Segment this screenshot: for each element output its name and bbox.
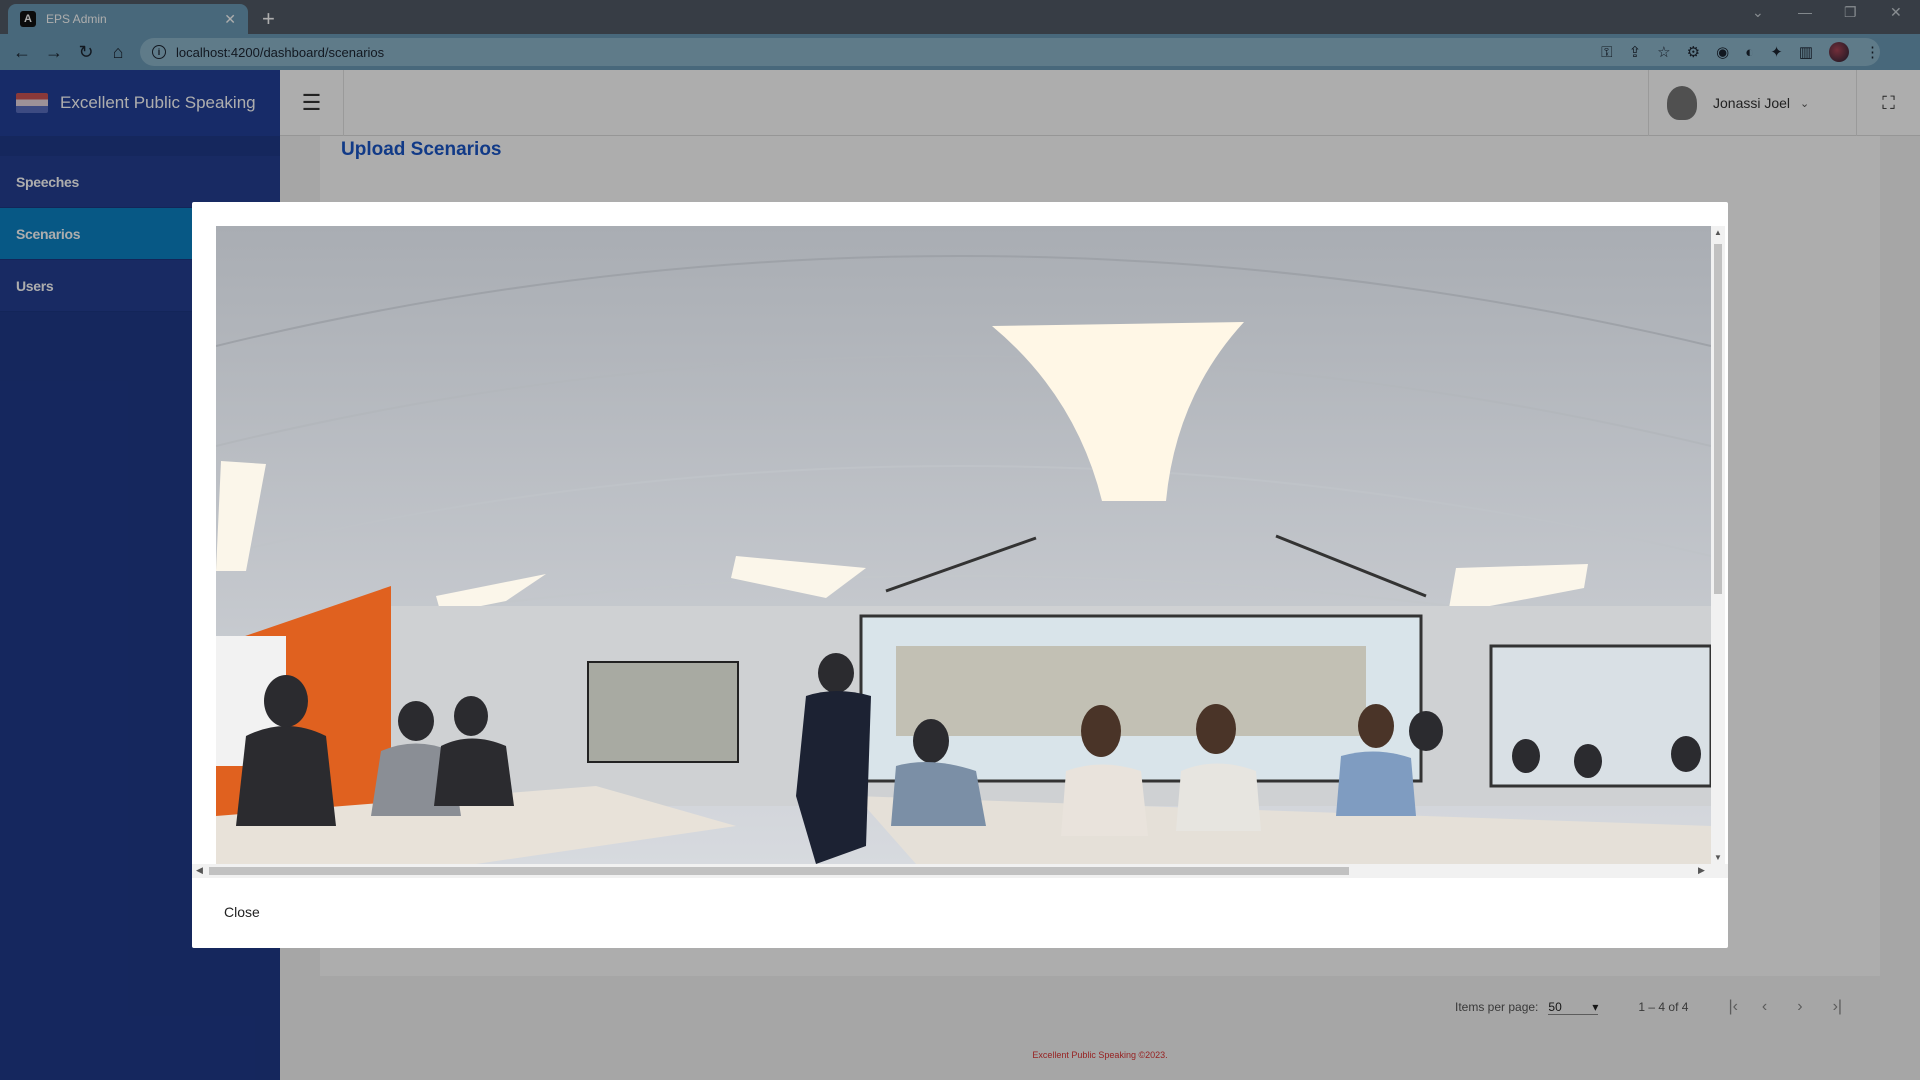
vertical-scrollbar[interactable]: ▲ ▼ <box>1711 226 1725 864</box>
vertical-scroll-thumb[interactable] <box>1714 244 1722 594</box>
scroll-up-icon[interactable]: ▲ <box>1714 228 1722 237</box>
scroll-right-icon[interactable]: ▶ <box>1698 865 1705 876</box>
close-button[interactable]: Close <box>224 904 260 920</box>
scroll-left-icon[interactable]: ◀ <box>196 865 203 876</box>
horizontal-scrollbar[interactable]: ◀ ▶ <box>192 864 1728 878</box>
scroll-down-icon[interactable]: ▼ <box>1714 853 1722 862</box>
panorama-classroom-image <box>216 226 1711 864</box>
horizontal-scroll-thumb[interactable] <box>209 867 1349 875</box>
modal-backdrop[interactable]: ▲ ▼ ◀ ▶ Close <box>0 0 1920 1080</box>
image-preview-dialog: ▲ ▼ ◀ ▶ Close <box>192 202 1728 948</box>
panorama-image-svg <box>216 226 1711 864</box>
